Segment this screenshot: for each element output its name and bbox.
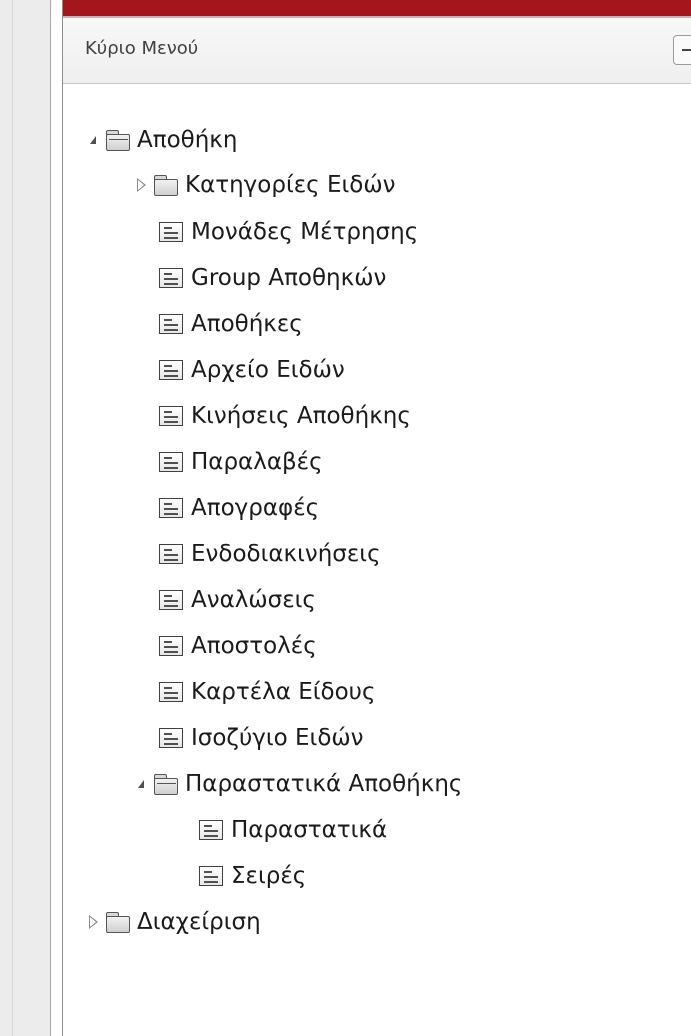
open-folder-icon [105, 129, 131, 151]
tree-node-label: Απογραφές [191, 495, 320, 521]
list-icon [159, 498, 183, 518]
tree-node-internal-transfers[interactable]: Ενδοδιακινήσεις [159, 534, 381, 574]
list-icon [199, 820, 223, 840]
list-icon [159, 360, 183, 380]
tree-node-label: Παραστατικά Αποθήκης [185, 771, 463, 797]
list-icon [159, 728, 183, 748]
collapsed-arrow-icon[interactable] [85, 914, 101, 930]
tree-node-receipts[interactable]: Παραλαβές [159, 442, 323, 482]
tree-node-warehouses[interactable]: Αποθήκες [159, 304, 303, 344]
tree-node-warehouse-movements[interactable]: Κινήσεις Αποθήκης [159, 396, 411, 436]
open-folder-icon [153, 773, 179, 795]
tree-node-documents[interactable]: Παραστατικά [199, 810, 387, 850]
tree-node-label: Group Αποθηκών [191, 265, 387, 291]
tree-node-warehouse-groups[interactable]: Group Αποθηκών [159, 258, 386, 298]
list-icon [159, 314, 183, 334]
expanded-arrow-icon[interactable] [133, 776, 149, 792]
list-icon [159, 222, 183, 242]
folder-icon [153, 174, 179, 196]
left-divider [12, 0, 13, 1036]
tree-node-label: Αποθήκη [137, 127, 238, 153]
list-icon [159, 268, 183, 288]
list-icon [159, 590, 183, 610]
tree-node-series[interactable]: Σειρές [199, 856, 306, 896]
tree-node-label: Αποστολές [191, 633, 317, 659]
left-strip [0, 0, 51, 1036]
tree-node-items-balance[interactable]: Ισοζύγιο Ειδών [159, 718, 364, 758]
tree-node-label: Κινήσεις Αποθήκης [191, 403, 411, 429]
tree-node-label: Παραστατικά [231, 817, 388, 843]
tree-node-consumptions[interactable]: Αναλώσεις [159, 580, 316, 620]
list-icon [159, 544, 183, 564]
tree-node-label: Σειρές [231, 863, 307, 889]
tree-node-item-card[interactable]: Καρτέλα Είδους [159, 672, 375, 712]
tree-node-item-categories[interactable]: Κατηγορίες Ειδών [133, 165, 395, 205]
tree-node-shipments[interactable]: Αποστολές [159, 626, 317, 666]
tree-node-warehouse-documents[interactable]: Παραστατικά Αποθήκης [133, 764, 462, 804]
panel-title: Κύριο Μενού [85, 38, 199, 59]
list-icon [159, 452, 183, 472]
tree-node-label: Μονάδες Μέτρησης [191, 219, 419, 245]
tree-node-label: Ενδοδιακινήσεις [191, 541, 381, 567]
tree-node-label: Κατηγορίες Ειδών [185, 172, 396, 198]
minus-icon [682, 49, 691, 51]
top-accent-bar [63, 0, 691, 16]
list-icon [199, 866, 223, 886]
tree-node-inventories[interactable]: Απογραφές [159, 488, 319, 528]
list-icon [159, 406, 183, 426]
list-icon [159, 682, 183, 702]
collapsed-arrow-icon[interactable] [133, 177, 149, 193]
expanded-arrow-icon[interactable] [85, 132, 101, 148]
tree-node-label: Παραλαβές [191, 449, 323, 475]
tree-node-units[interactable]: Μονάδες Μέτρησης [159, 212, 418, 252]
tree-node-label: Καρτέλα Είδους [191, 679, 376, 705]
tree-node-label: Αρχείο Ειδών [191, 357, 345, 383]
folder-icon [105, 911, 131, 933]
tree-node-items-archive[interactable]: Αρχείο Ειδών [159, 350, 345, 390]
tree-node-label: Ισοζύγιο Ειδών [191, 725, 364, 751]
tree-node-label: Αποθήκες [191, 311, 303, 337]
tree-node-label: Διαχείριση [137, 909, 261, 935]
list-icon [159, 636, 183, 656]
collapse-panel-button[interactable] [673, 35, 691, 65]
main-menu-panel: Κύριο Μενού Αποθήκη Κατηγορίες Ειδών Μον… [62, 0, 691, 1036]
tree-node-label: Αναλώσεις [191, 587, 316, 613]
tree-node-warehouse[interactable]: Αποθήκη [85, 120, 237, 160]
tree-node-administration[interactable]: Διαχείριση [85, 902, 261, 942]
